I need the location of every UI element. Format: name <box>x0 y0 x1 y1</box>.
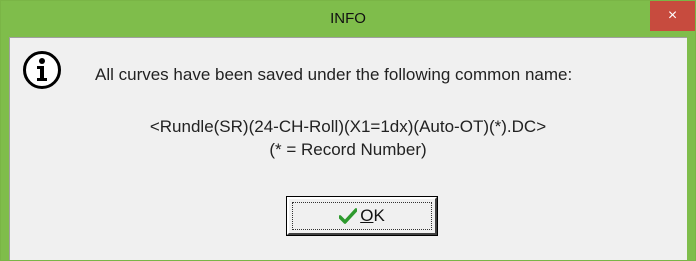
ok-button[interactable]: OK <box>287 197 437 235</box>
check-icon <box>339 208 358 224</box>
close-button[interactable]: × <box>650 1 695 31</box>
close-icon: × <box>667 7 678 24</box>
ok-label: OK <box>360 206 385 225</box>
dialog-body: All curves have been saved under the fol… <box>9 37 687 260</box>
record-number-note: (* = Record Number) <box>269 140 427 159</box>
file-name-pattern: <Rundle(SR)(24-CH-Roll)(X1=1dx)(Auto-OT)… <box>149 117 547 136</box>
ok-focus-rect: OK <box>292 202 432 230</box>
info-icon <box>23 51 61 89</box>
info-dialog: INFO × All curves have been saved under … <box>0 0 696 261</box>
window-title: INFO <box>330 10 366 27</box>
message-text: All curves have been saved under the fol… <box>95 65 573 84</box>
title-bar[interactable]: INFO × <box>1 1 695 37</box>
